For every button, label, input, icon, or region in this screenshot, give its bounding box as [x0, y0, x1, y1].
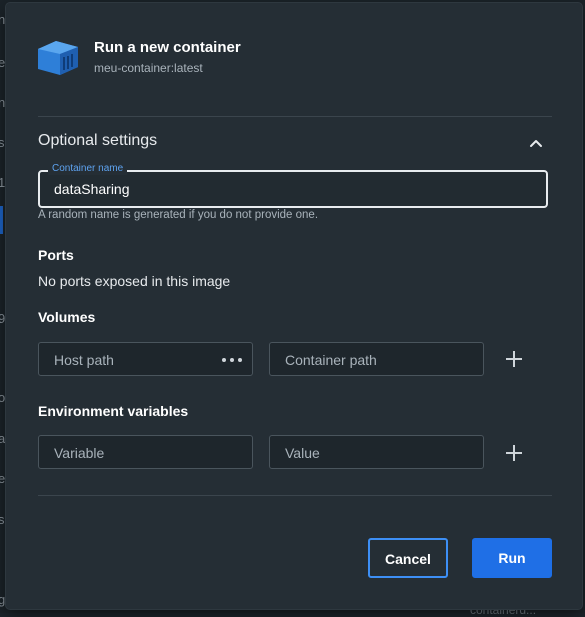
dialog-title: Run a new container — [94, 39, 241, 56]
container-name-input[interactable] — [40, 172, 546, 206]
container-name-label: Container name — [48, 163, 128, 175]
run-container-dialog: Run a new container meu-container:latest… — [6, 3, 582, 609]
value-input[interactable]: Value — [269, 435, 484, 469]
optional-settings-title[interactable]: Optional settings — [38, 132, 157, 150]
run-button[interactable]: Run — [472, 538, 552, 578]
add-env-var-plus-icon[interactable] — [505, 444, 523, 462]
container-path-input[interactable]: Container path — [269, 342, 484, 376]
value-placeholder: Value — [285, 445, 320, 461]
cancel-button[interactable]: Cancel — [368, 538, 448, 578]
variable-placeholder: Variable — [54, 445, 105, 461]
divider — [38, 495, 552, 496]
bg-selection-indicator — [0, 206, 3, 234]
env-vars-heading: Environment variables — [38, 403, 189, 419]
container-path-placeholder: Container path — [285, 352, 377, 368]
variable-input[interactable]: Variable — [38, 435, 253, 469]
docker-container-icon — [38, 41, 78, 75]
host-path-placeholder: Host path — [54, 352, 114, 368]
container-name-helper: A random name is generated if you do not… — [38, 209, 319, 221]
chevron-up-icon[interactable] — [527, 134, 545, 152]
ports-heading: Ports — [38, 247, 74, 263]
image-name: meu-container:latest — [94, 61, 203, 75]
container-name-field[interactable] — [38, 170, 548, 208]
volumes-heading: Volumes — [38, 309, 96, 325]
add-volume-plus-icon[interactable] — [505, 350, 523, 368]
more-options-icon[interactable] — [222, 358, 242, 363]
host-path-input[interactable]: Host path — [38, 342, 253, 376]
ports-message: No ports exposed in this image — [38, 273, 231, 289]
divider — [38, 116, 552, 117]
